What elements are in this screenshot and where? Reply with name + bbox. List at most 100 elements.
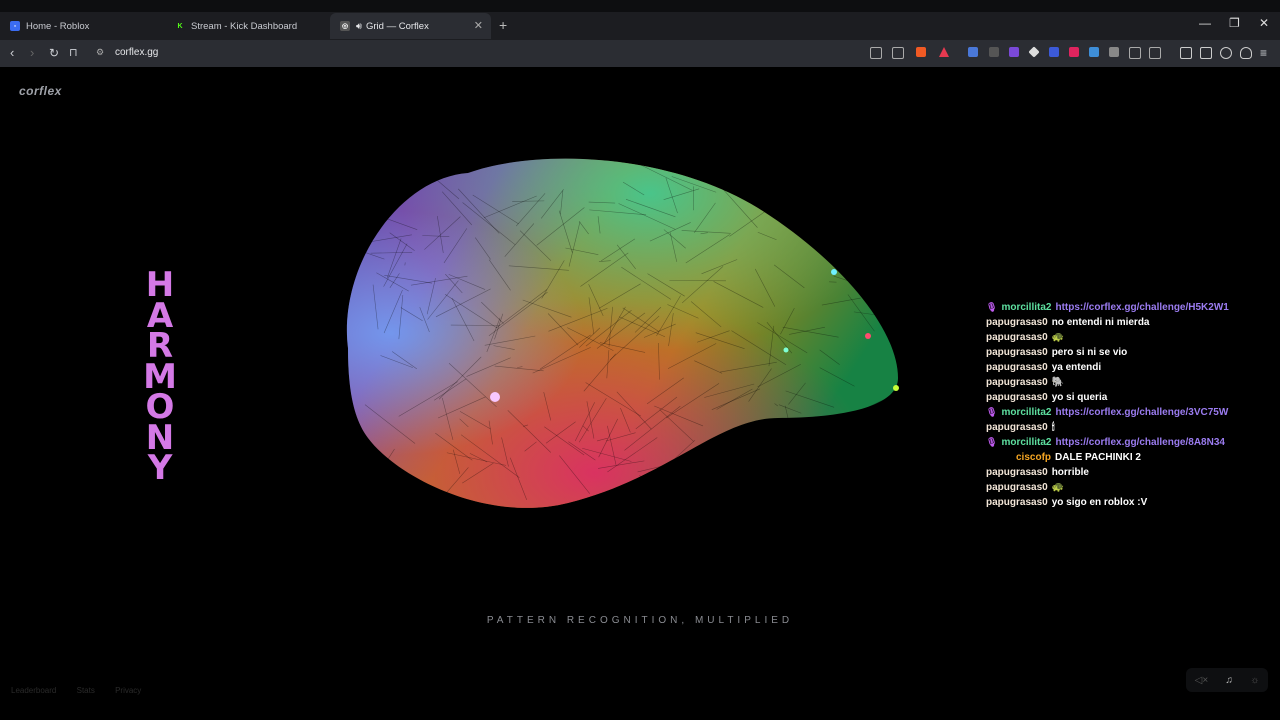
chat-username[interactable]: morcillita2 — [1001, 407, 1051, 418]
chat-username[interactable]: morcillita2 — [1001, 302, 1051, 313]
network-link — [800, 195, 847, 240]
tab-strip-top — [0, 0, 1280, 12]
chat-message: papugrasas0 🐘 — [986, 375, 1266, 390]
menu-icon[interactable]: ≡ — [1260, 45, 1267, 61]
chat-text: 🕯 — [1051, 422, 1055, 433]
brand-logo[interactable]: corflex — [19, 84, 62, 98]
network-link — [844, 173, 885, 213]
chat-message: papugrasas0 🐢 — [986, 480, 1266, 495]
extension-gray-icon[interactable] — [1109, 47, 1119, 57]
chat-username[interactable]: papugrasas0 — [986, 332, 1048, 343]
chat-text: pero si ni se vio — [1051, 347, 1128, 358]
network-link — [754, 176, 759, 196]
forward-icon[interactable]: › — [30, 45, 34, 61]
extensions-puzzle-icon[interactable] — [1129, 47, 1141, 59]
chat-username[interactable]: papugrasas0 — [986, 377, 1048, 388]
network-node[interactable] — [865, 333, 871, 339]
network-node[interactable] — [490, 392, 500, 402]
new-tab-icon[interactable]: + — [499, 17, 507, 33]
chat-link[interactable]: https://corflex.gg/challenge/H5K2W1 — [1055, 302, 1228, 313]
chat-username[interactable]: morcillita2 — [1001, 437, 1051, 448]
chat-message: papugrasas0 ya entendi — [986, 360, 1266, 375]
reload-icon[interactable]: ↻ — [49, 45, 59, 61]
chat-username[interactable]: papugrasas0 — [986, 392, 1048, 403]
chat-text: 🐢 — [1051, 482, 1065, 493]
network-link — [789, 462, 804, 504]
back-icon[interactable]: ‹ — [10, 45, 14, 61]
mute-icon[interactable]: ◁× — [1195, 675, 1209, 686]
network-link — [775, 447, 808, 474]
site-settings-icon[interactable]: ⚙ — [96, 47, 104, 58]
sidebar-icon[interactable] — [1180, 47, 1192, 59]
chat-message: ciscofp DALE PACHINKI 2 — [986, 450, 1266, 465]
network-node[interactable] — [783, 347, 789, 353]
restore-icon[interactable]: ❐ — [1229, 16, 1240, 30]
chat-text: yo si queria — [1051, 392, 1108, 403]
chat-text: horrible — [1051, 467, 1089, 478]
tab-title: Stream - Kick Dashboard — [191, 20, 298, 32]
chat-message: 🎙︎ morcillita2 https://corflex.gg/challeng… — [986, 435, 1266, 450]
leo-ai-icon[interactable] — [1220, 47, 1232, 59]
extension-blue-icon[interactable] — [1049, 47, 1059, 57]
mic-badge-icon: 🎙︎ — [986, 302, 998, 312]
network-link — [782, 426, 798, 453]
chat-username[interactable]: papugrasas0 — [986, 347, 1048, 358]
chat-message: papugrasas0 yo sigo en roblox :V — [986, 495, 1266, 510]
chat-username[interactable]: papugrasas0 — [986, 467, 1048, 478]
extension-cyan-icon[interactable] — [1089, 47, 1099, 57]
network-link — [799, 189, 848, 203]
tab-title: Grid — Corflex — [366, 20, 429, 32]
vpn-icon[interactable] — [1240, 47, 1252, 59]
speaker-icon[interactable]: 🔊︎ — [356, 21, 362, 32]
footer-link-leaderboard[interactable]: Leaderboard — [11, 686, 56, 695]
chat-username[interactable]: papugrasas0 — [986, 317, 1048, 328]
screenshot-icon[interactable] — [1149, 47, 1161, 59]
tagline: PATTERN RECOGNITION, MULTIPLIED — [486, 615, 794, 626]
minimize-icon[interactable]: — — [1199, 16, 1211, 30]
chat-username[interactable]: papugrasas0 — [986, 362, 1048, 373]
music-note-icon[interactable]: ♫ — [1225, 675, 1233, 686]
chat-username[interactable]: ciscofp — [1016, 452, 1051, 463]
tab-corflex[interactable]: ◎ 🔊︎ Grid — Corflex ✕ — [330, 13, 491, 39]
chat-text: no entendi ni mierda — [1051, 317, 1150, 328]
address-bar[interactable]: corflex.gg — [115, 47, 158, 58]
extension-purple-icon[interactable] — [1009, 47, 1019, 57]
wallet-icon[interactable] — [1200, 47, 1212, 59]
chat-text: ya entendi — [1051, 362, 1102, 373]
tab-roblox[interactable]: ▫ Home - Roblox — [0, 13, 165, 39]
translate-icon[interactable] — [968, 47, 978, 57]
chat-message: papugrasas0 yo si queria — [986, 390, 1266, 405]
neural-network-visual[interactable] — [338, 148, 908, 518]
brave-shield-icon[interactable] — [916, 47, 926, 57]
mouse-icon[interactable] — [989, 47, 999, 57]
brave-rewards-icon[interactable] — [939, 47, 949, 57]
chat-text: 🐢 — [1051, 332, 1065, 343]
close-window-icon[interactable]: ✕ — [1259, 16, 1269, 30]
tab-kick-dashboard[interactable]: K Stream - Kick Dashboard — [165, 13, 330, 39]
chat-message: papugrasas0 🕯 — [986, 420, 1266, 435]
chat-link[interactable]: https://corflex.gg/challenge/8A8N34 — [1055, 437, 1225, 448]
roblox-favicon-icon: ▫ — [10, 21, 20, 31]
chat-link[interactable]: https://corflex.gg/challenge/3VC75W — [1055, 407, 1228, 418]
harmony-vertical-title: HARMONY — [130, 268, 190, 488]
share-icon[interactable] — [892, 47, 904, 59]
extension-pink-icon[interactable] — [1069, 47, 1079, 57]
chat-message: papugrasas0 pero si ni se vio — [986, 345, 1266, 360]
chat-username[interactable]: papugrasas0 — [986, 482, 1048, 493]
harmony-letter: Y — [147, 448, 173, 488]
cast-icon[interactable] — [870, 47, 882, 59]
footer-link-stats[interactable]: Stats — [77, 686, 95, 695]
chat-username[interactable]: papugrasas0 — [986, 422, 1048, 433]
network-node[interactable] — [893, 385, 899, 391]
settings-gear-icon[interactable]: ☼ — [1250, 675, 1259, 686]
footer-link-privacy[interactable]: Privacy — [115, 686, 141, 695]
network-link — [818, 433, 848, 474]
network-link — [702, 440, 721, 456]
browser-toolbar: ‹ › ↻ ⊓ — [0, 40, 1280, 67]
chat-text: 🐘 — [1051, 377, 1065, 388]
bookmark-icon[interactable]: ⊓ — [69, 45, 78, 61]
chat-username[interactable]: papugrasas0 — [986, 497, 1048, 508]
network-node[interactable] — [831, 269, 837, 275]
close-tab-icon[interactable]: ✕ — [474, 19, 483, 32]
network-link — [809, 417, 843, 448]
